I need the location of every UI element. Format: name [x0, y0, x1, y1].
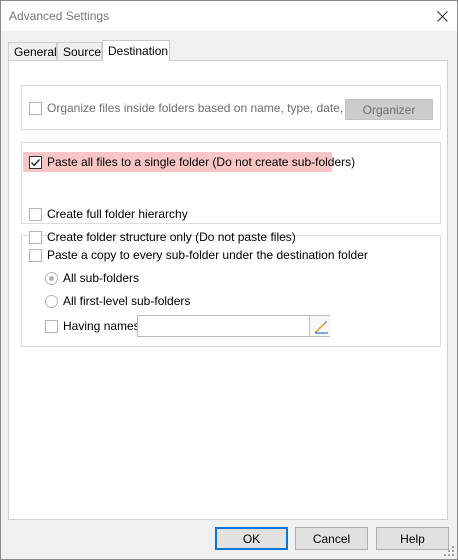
tab-general[interactable]: General	[8, 42, 57, 60]
tab-destination[interactable]: Destination	[102, 40, 170, 61]
edit-names-button[interactable]	[309, 316, 331, 336]
close-button[interactable]	[427, 1, 457, 31]
destination-tab-panel: Organize files inside folders based on n…	[8, 60, 448, 520]
full-hierarchy-label: Create full folder hierarchy	[47, 207, 188, 221]
subfolder-copy-label: Paste a copy to every sub-folder under t…	[47, 248, 368, 262]
pencil-icon	[314, 321, 328, 334]
first-level-radio[interactable]	[45, 294, 58, 308]
full-hierarchy-option[interactable]: Create full folder hierarchy	[29, 205, 188, 223]
tab-source[interactable]: Source	[57, 42, 102, 60]
full-hierarchy-checkbox[interactable]	[29, 207, 42, 221]
dialog-content: General Source Destination Organize file…	[1, 31, 457, 527]
first-level-label: All first-level sub-folders	[63, 294, 191, 308]
having-names-checkbox[interactable]	[45, 319, 58, 333]
having-names-input[interactable]	[137, 315, 330, 337]
having-names-option[interactable]: Having names:	[45, 317, 143, 335]
having-names-label: Having names:	[63, 319, 144, 333]
close-icon	[436, 10, 448, 22]
subfolder-copy-checkbox[interactable]	[29, 248, 42, 262]
single-folder-label: Paste all files to a single folder (Do n…	[47, 155, 356, 169]
all-subfolders-option[interactable]: All sub-folders	[45, 269, 139, 287]
all-subfolders-radio[interactable]	[45, 271, 58, 285]
organize-label: Organize files inside folders based on n…	[47, 101, 363, 115]
resize-grip-icon[interactable]	[444, 546, 455, 557]
checkmark-icon	[31, 158, 41, 166]
single-folder-checkbox[interactable]	[29, 155, 42, 169]
title-bar: Advanced Settings	[1, 1, 457, 31]
organize-checkbox[interactable]	[29, 101, 42, 115]
window-title: Advanced Settings	[9, 9, 110, 23]
structure-only-label: Create folder structure only (Do not pas…	[47, 230, 296, 244]
organizer-button[interactable]: Organizer	[345, 99, 433, 120]
ok-button[interactable]: OK	[215, 527, 288, 550]
single-folder-option[interactable]: Paste all files to a single folder (Do n…	[29, 153, 355, 171]
first-level-option[interactable]: All first-level sub-folders	[45, 292, 190, 310]
cancel-button[interactable]: Cancel	[295, 527, 368, 550]
structure-only-option[interactable]: Create folder structure only (Do not pas…	[29, 228, 296, 246]
organize-option[interactable]: Organize files inside folders based on n…	[29, 99, 363, 117]
structure-only-checkbox[interactable]	[29, 230, 42, 244]
subfolder-copy-option[interactable]: Paste a copy to every sub-folder under t…	[29, 246, 368, 264]
all-subfolders-label: All sub-folders	[63, 271, 140, 285]
advanced-settings-dialog: Advanced Settings General Source Destina…	[0, 0, 458, 560]
dialog-footer: OK Cancel Help	[1, 527, 457, 559]
help-button[interactable]: Help	[376, 527, 449, 550]
